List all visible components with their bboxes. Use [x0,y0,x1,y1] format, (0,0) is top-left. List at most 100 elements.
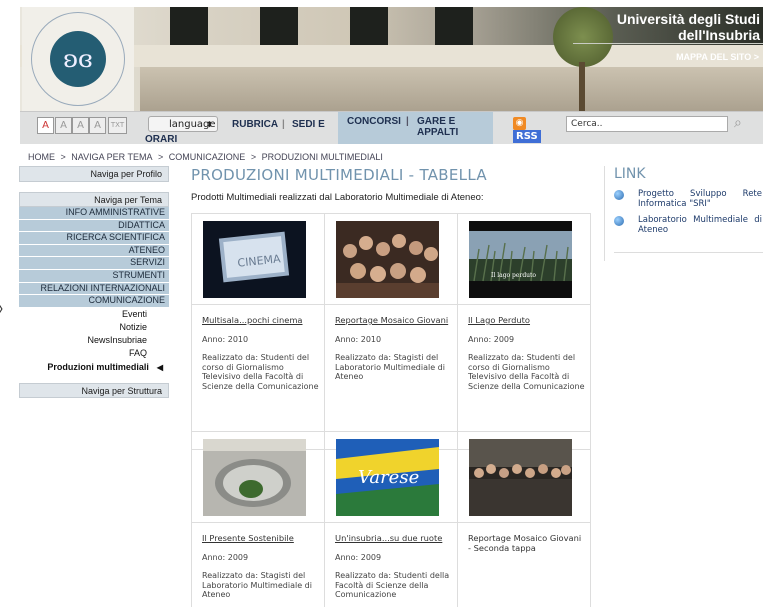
nav-relazioni-internazionali[interactable]: RELAZIONI INTERNAZIONALI [19,282,169,296]
products-grid-row-1: CINEMA Multisala...pochi cinema Anno: 20… [191,213,591,450]
separator: | [406,116,409,127]
university-logo[interactable]: ʚɞ [22,7,134,111]
orari-link[interactable]: ORARI [145,134,177,145]
product-title-link[interactable]: Multisala...pochi cinema [202,315,320,325]
concorsi-gare-tab: CONCORSI | GARE E APPALTI [338,112,493,144]
naviga-per-struttura[interactable]: Naviga per Struttura [19,382,169,398]
product-description: Realizzato da: Stagisti del Laboratorio … [335,353,445,382]
nav-ateneo[interactable]: ATENEO [19,244,169,258]
rss-label: RSS [513,130,541,143]
thumbnail-text: Varese [358,467,419,488]
breadcrumb-home[interactable]: HOME [28,152,55,162]
rubrica-link[interactable]: RUBRICA [232,119,278,130]
search-input[interactable] [566,116,728,132]
nav-faq[interactable]: FAQ [19,347,169,360]
card-divider [325,304,458,305]
nav-didattica[interactable]: DIDATTICA [19,219,169,233]
page-title: PRODUZIONI MULTIMEDIALI - TABELLA [191,166,487,184]
right-divider [614,252,763,253]
font-size-button-1[interactable]: A [37,117,54,134]
product-title-link[interactable]: Un'insubria...su due ruote [335,533,453,543]
links-title: LINK [614,166,646,182]
university-name-line1: Università degli Studi [616,11,760,27]
building-window [170,7,208,45]
nav-servizi[interactable]: SERVIZI [19,257,169,270]
chevron-right-icon: 〉 [0,296,12,320]
card-divider [192,304,325,305]
card-divider [458,304,591,305]
nav-ricerca-scientifica[interactable]: RICERCA SCIENTIFICA [19,232,169,245]
intro-text: Prodotti Multimediali realizzati dal Lab… [191,192,484,203]
breadcrumb-current: PRODUZIONI MULTIMEDIALI [261,152,383,162]
product-card: Reportage Mosaico Giovani Anno: 2010 Rea… [325,214,458,449]
link-label: Progetto Sviluppo Rete Informatica "SRI" [638,189,762,209]
product-thumbnail[interactable]: Il lago perduto [469,221,572,298]
font-size-button-2[interactable]: A [55,117,72,134]
card-divider [192,522,325,523]
product-year: Anno: 2009 [202,553,249,562]
product-title-link[interactable]: Il Lago Perduto [468,315,586,325]
concorsi-link[interactable]: CONCORSI [347,116,401,127]
right-column: LINK Progetto Sviluppo Rete Informatica … [604,166,763,261]
link-item[interactable]: Laboratorio Multimediale di Ateneo [614,215,762,235]
nav-eventi[interactable]: Eventi [19,308,169,321]
product-title-link[interactable]: Reportage Mosaico Giovani [335,315,453,325]
product-description: Realizzato da: Studenti del corso di Gio… [468,353,585,391]
search-icon[interactable]: ⌕ [734,115,742,131]
product-thumbnail[interactable] [203,439,306,516]
gare-appalti-link[interactable]: GARE E APPALTI [417,116,493,138]
rss-link[interactable]: ◉RSS [513,117,552,143]
left-navigation: Naviga per Profilo Naviga per Tema INFO … [19,166,169,398]
logo-emblem: ʚɞ [50,31,106,87]
language-select[interactable]: language ⬍ [148,116,218,132]
university-name[interactable]: Università degli Studi dell'Insubria [617,11,760,43]
nav-info-amministrative[interactable]: INFO AMMINISTRATIVE [19,207,169,220]
university-name-line2: dell'Insubria [678,27,760,43]
courtyard [140,67,763,111]
product-thumbnail[interactable]: CINEMA [203,221,306,298]
nav-notizie[interactable]: Notizie [19,321,169,334]
main-content: PRODUZIONI MULTIMEDIALI - TABELLA Prodot… [191,166,595,607]
header-banner: ʚɞ Università degli Studi dell'Insubria … [20,7,763,111]
page: ʚɞ Università degli Studi dell'Insubria … [0,0,763,607]
product-description: Realizzato da: Studenti della Facoltà di… [335,571,450,600]
nav-produzioni-multimediali[interactable]: Produzioni multimediali ◀ [19,361,169,374]
breadcrumb-separator: > [60,152,66,162]
product-title-link[interactable]: Il Presente Sostenibile [202,533,320,543]
card-divider [325,522,458,523]
sitemap-link[interactable]: MAPPA DEL SITO > [676,52,759,62]
product-thumbnail[interactable]: Varese [336,439,439,516]
breadcrumb-comunicazione[interactable]: COMUNICAZIONE [169,152,246,162]
breadcrumb-separator: > [250,152,257,162]
nav-strumenti[interactable]: STRUMENTI [19,269,169,283]
globe-icon [614,216,624,226]
building-window [435,7,473,45]
tree-trunk [579,62,585,111]
nav-comunicazione[interactable]: COMUNICAZIONE [19,295,169,308]
nav-newsinsubriae[interactable]: NewsInsubriae [19,334,169,347]
globe-icon [614,190,624,200]
product-title: Reportage Mosaico Giovani - Seconda tapp… [468,533,582,553]
nav-selected-label: Produzioni multimediali [47,361,149,372]
column-divider [604,166,605,261]
text-only-button[interactable]: TXT [108,117,127,134]
building-window [260,7,298,45]
product-card: Il lago perduto Il Lago Perduto Anno: 20… [458,214,591,449]
naviga-per-profilo[interactable]: Naviga per Profilo [19,166,169,182]
product-year: Anno: 2010 [202,335,249,344]
link-label: Laboratorio Multimediale di Ateneo [638,215,762,235]
product-thumbnail[interactable] [469,439,572,516]
tree [553,7,613,67]
product-card: Varese Un'insubria...su due ruote Anno: … [325,432,458,607]
product-card: Il Presente Sostenibile Anno: 2009 Reali… [192,432,325,607]
naviga-per-tema[interactable]: Naviga per Tema [19,192,169,207]
breadcrumb-separator: > [158,152,164,162]
font-size-button-4[interactable]: A [89,117,106,134]
font-size-button-3[interactable]: A [72,117,89,134]
link-item[interactable]: Progetto Sviluppo Rete Informatica "SRI" [614,189,762,209]
product-thumbnail[interactable] [336,221,439,298]
products-grid-row-2: Il Presente Sostenibile Anno: 2009 Reali… [191,431,591,607]
sedi-link[interactable]: SEDI E [292,119,325,130]
breadcrumb-naviga-per-tema[interactable]: NAVIGA PER TEMA [71,152,152,162]
product-card: Reportage Mosaico Giovani - Seconda tapp… [458,432,591,607]
